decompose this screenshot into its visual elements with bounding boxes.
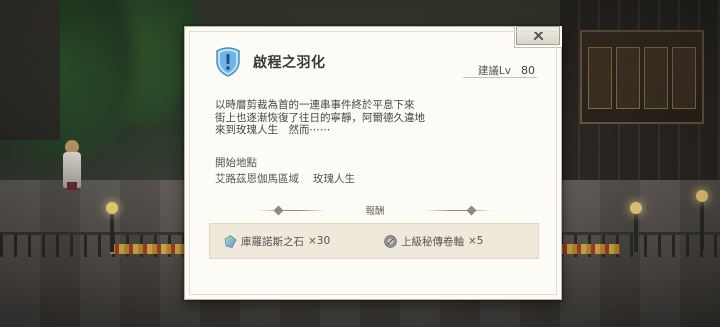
reward-qty: ×5 [468, 235, 484, 247]
start-place: 玫瑰人生 [313, 173, 355, 185]
quest-title: 啟程之羽化 [253, 55, 326, 71]
reward-label: 報酬 [365, 206, 385, 217]
start-area: 艾路茲恩伽馬區域 [215, 173, 299, 185]
ornament-left [257, 209, 326, 211]
start-location: 艾路茲恩伽馬區域 玫瑰人生 [215, 171, 355, 186]
close-icon [533, 30, 543, 41]
recommended-level: 建議Lv 80 [478, 63, 535, 78]
level-value: 80 [521, 64, 535, 77]
reward-list: 庫羅諾斯之石 ×30 上級秘傳卷軸 ×5 [209, 223, 539, 259]
reward-item[interactable]: 庫羅諾斯之石 ×30 [224, 234, 330, 249]
level-label: 建議Lv [477, 65, 511, 77]
secret-scroll-icon [384, 234, 397, 248]
reward-name: 庫羅諾斯之石 [241, 235, 304, 248]
close-button[interactable] [516, 26, 560, 45]
ornament-right [424, 209, 494, 211]
quest-description: 以時層剪裁為首的一連串事件終於平息下來 街上也逐漸恢復了往日的寧靜，阿爾德久違地… [215, 99, 425, 136]
reward-qty: ×30 [308, 235, 331, 247]
reward-header: 報酬 [257, 203, 494, 217]
level-underline [463, 77, 537, 78]
quest-shield-icon [216, 47, 240, 77]
chronos-stone-icon [224, 234, 237, 248]
reward-name: 上級秘傳卷軸 [401, 235, 464, 248]
close-tab [514, 26, 562, 48]
reward-item[interactable]: 上級秘傳卷軸 ×5 [384, 234, 483, 249]
quest-dialog: 啟程之羽化 建議Lv 80 以時層剪裁為首的一連串事件終於平息下來 街上也逐漸恢… [184, 26, 562, 300]
start-location-label: 開始地點 [215, 157, 257, 169]
